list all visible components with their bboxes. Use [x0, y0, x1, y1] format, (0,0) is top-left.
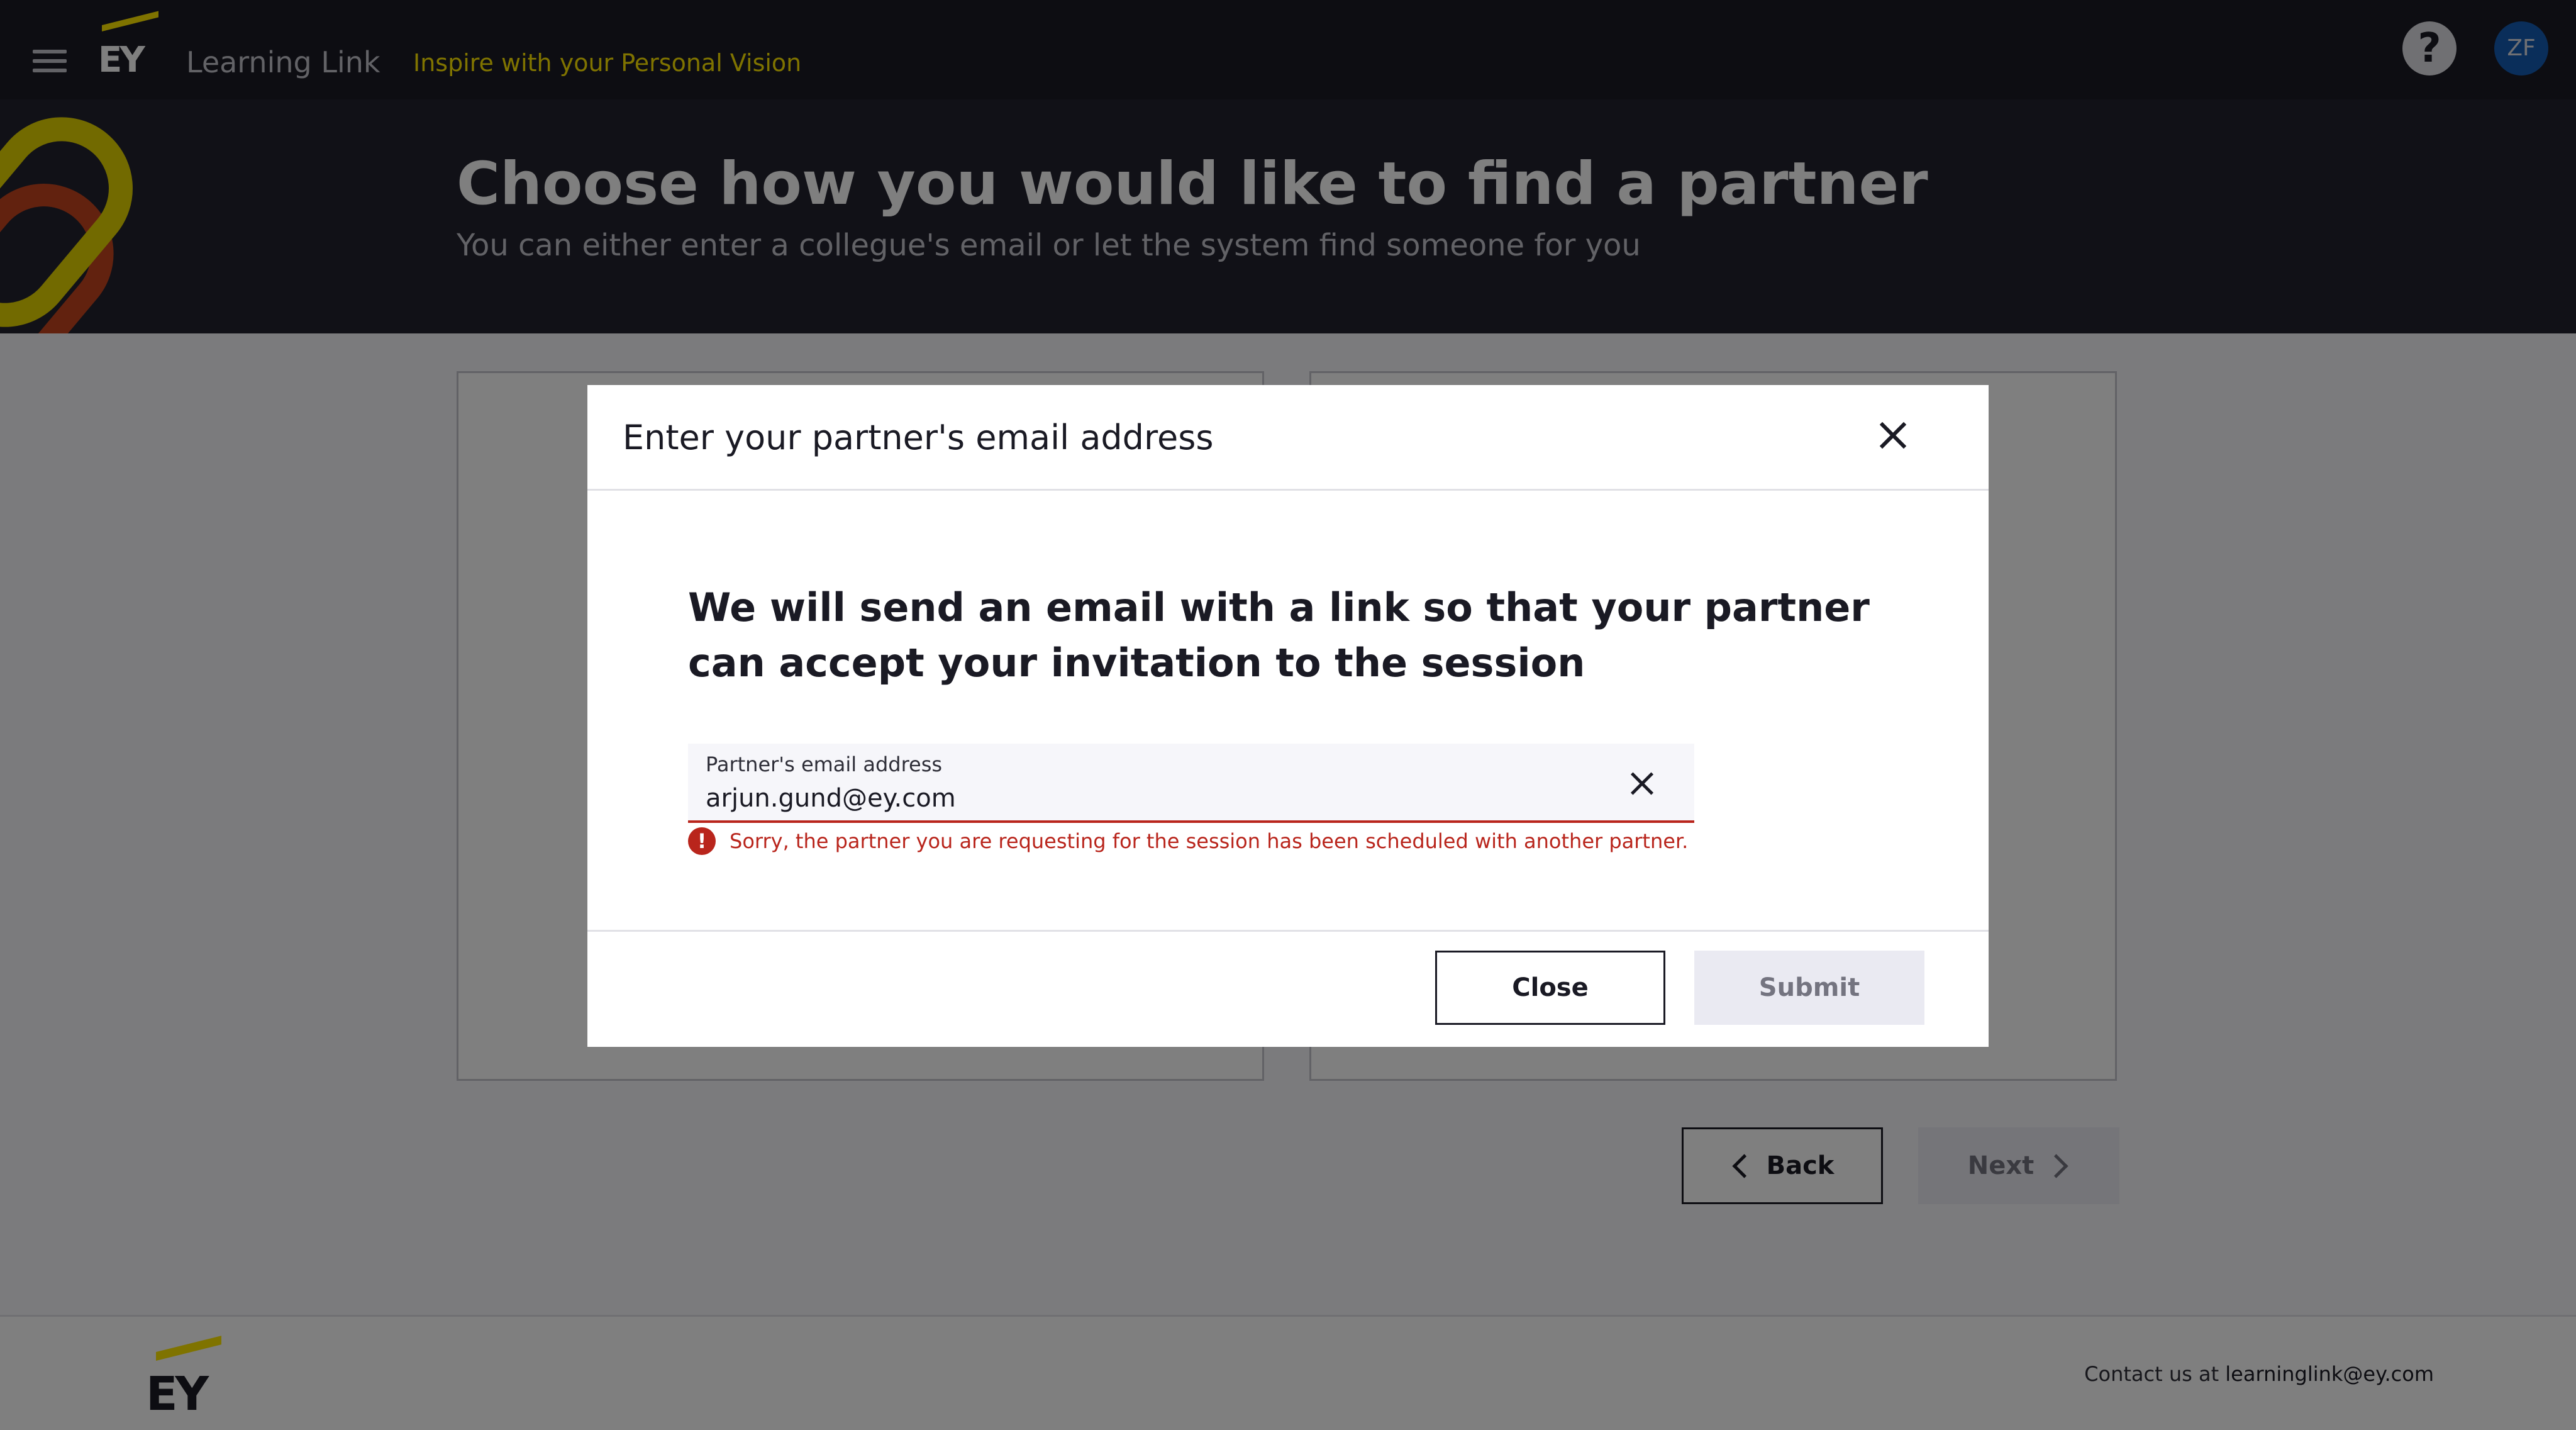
- dialog-heading: We will send an email with a link so tha…: [688, 584, 1870, 686]
- email-input[interactable]: [706, 783, 1599, 814]
- error-message: ! Sorry, the partner you are requesting …: [688, 825, 1688, 857]
- error-icon: !: [688, 827, 716, 855]
- error-text: Sorry, the partner you are requesting fo…: [730, 829, 1689, 853]
- partner-email-dialog: Enter your partner's email address We wi…: [587, 385, 1989, 1047]
- dialog-title: Enter your partner's email address: [623, 418, 1214, 457]
- clear-icon[interactable]: [1621, 762, 1663, 804]
- partner-email-field[interactable]: Partner's email address: [688, 744, 1694, 823]
- close-icon[interactable]: [1868, 410, 1918, 461]
- dialog-footer: Close Submit: [587, 930, 1989, 1047]
- email-field-label: Partner's email address: [706, 752, 943, 776]
- close-button[interactable]: Close: [1435, 951, 1665, 1025]
- dialog-header: Enter your partner's email address: [587, 385, 1989, 491]
- submit-button[interactable]: Submit: [1694, 951, 1924, 1025]
